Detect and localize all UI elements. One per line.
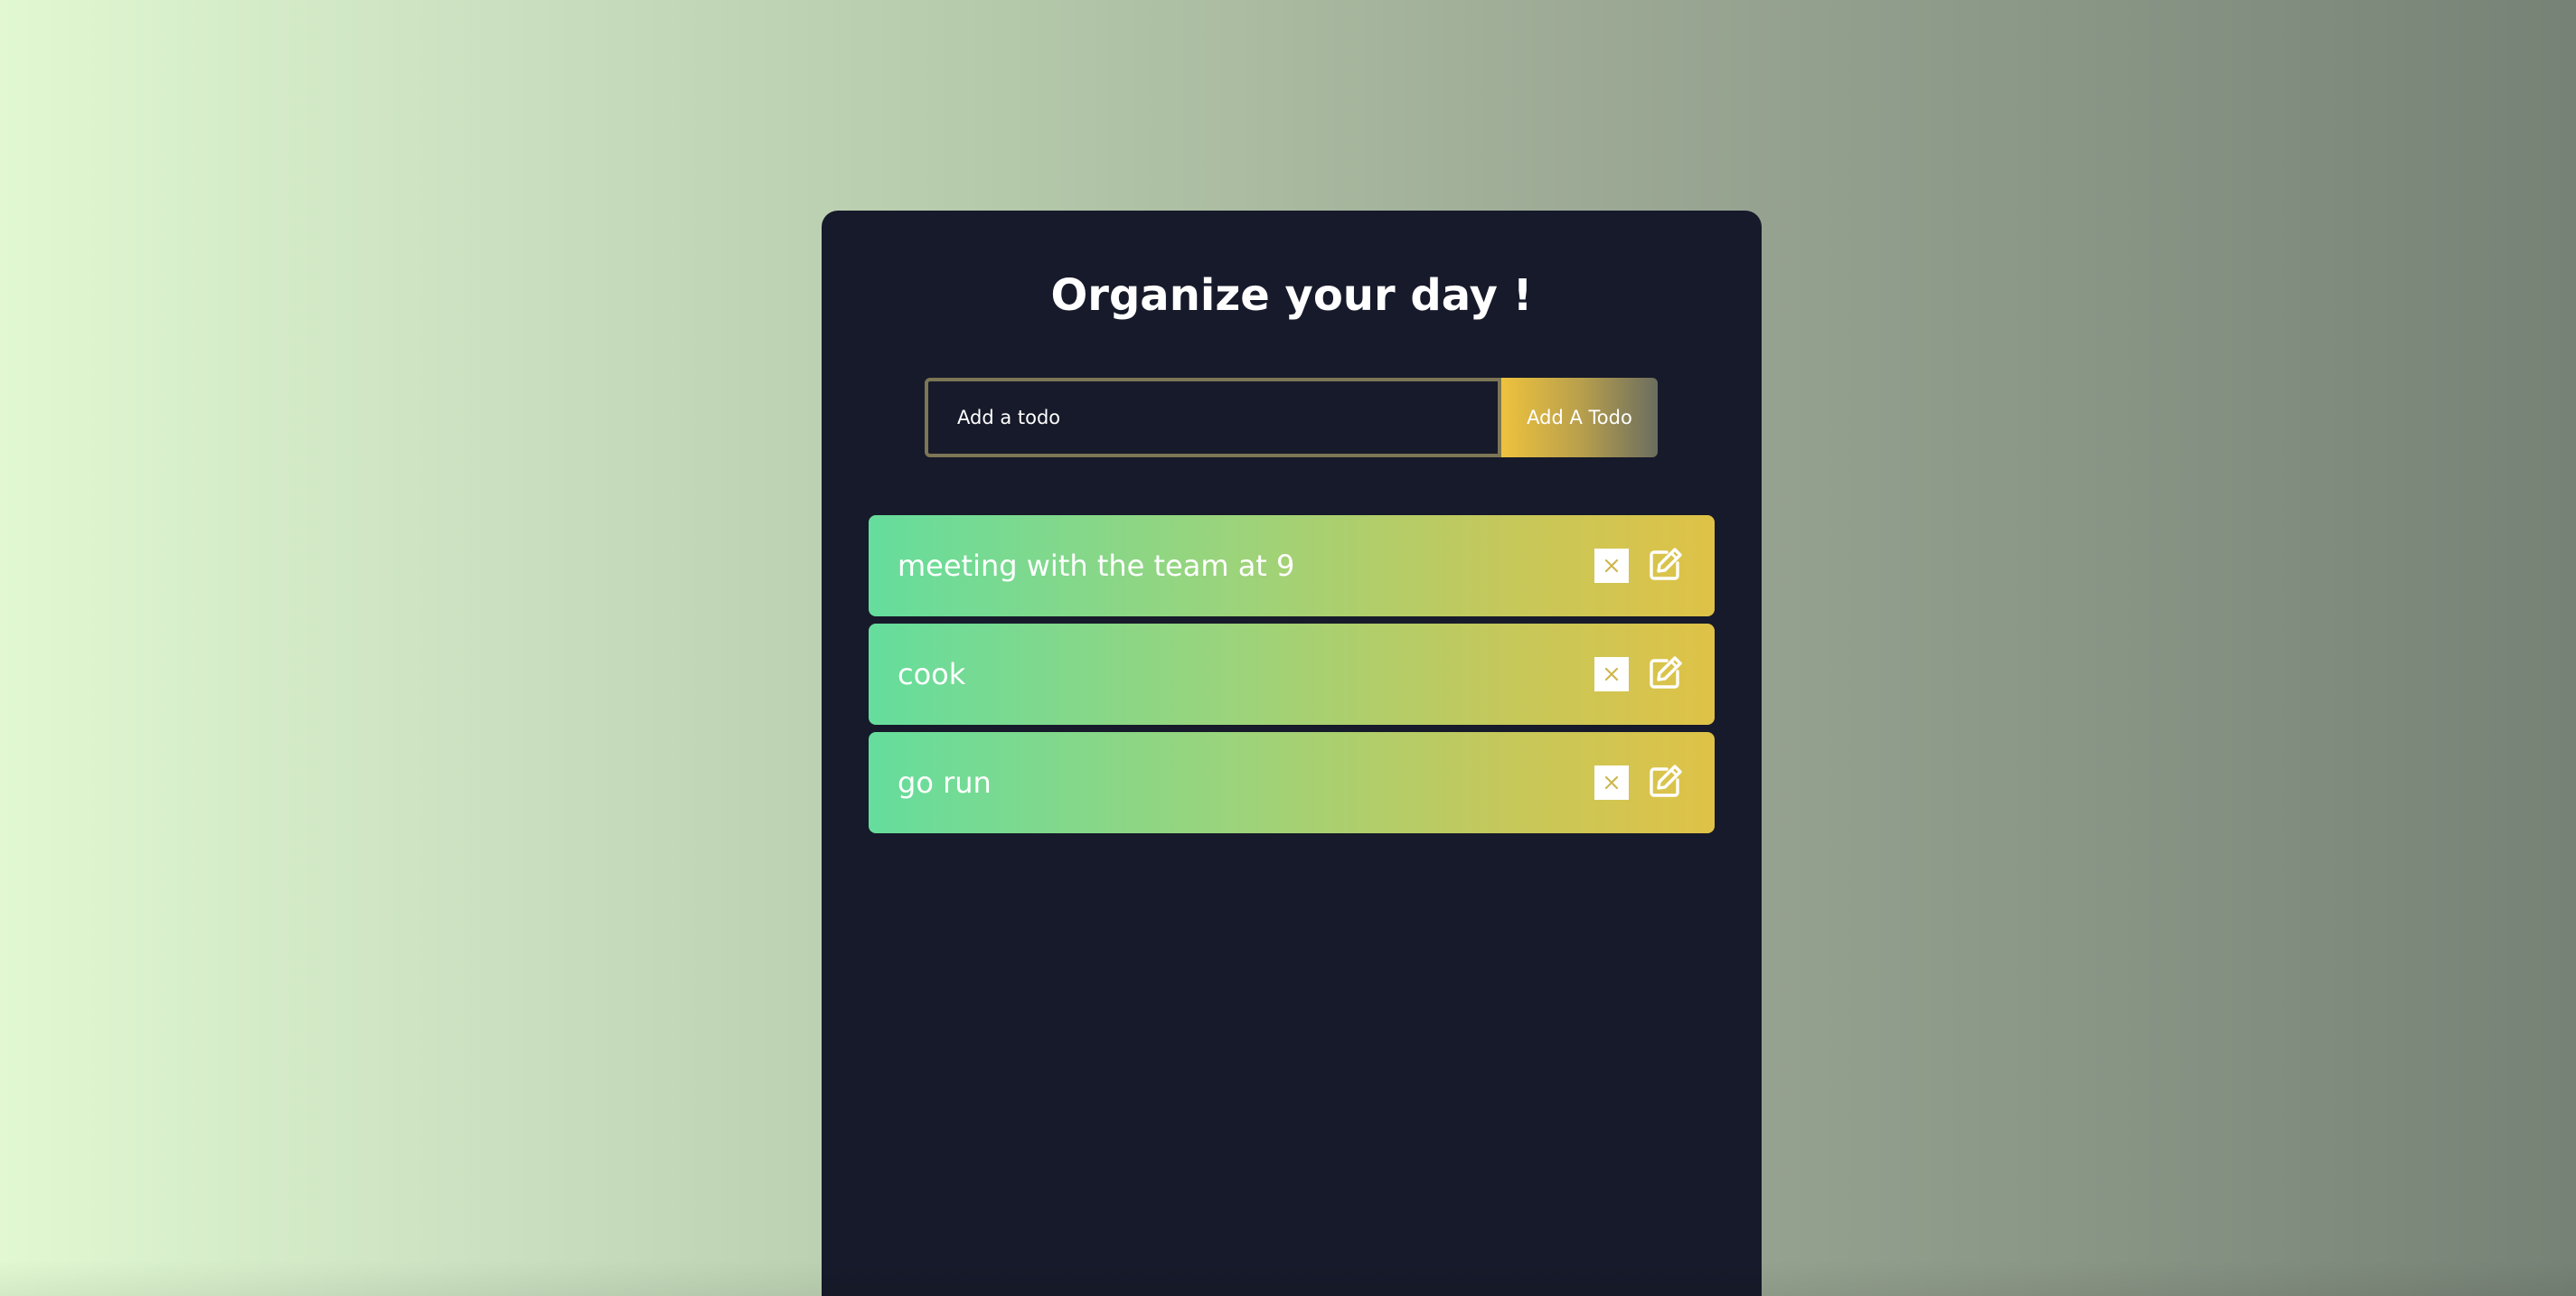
edit-icon (1650, 656, 1682, 689)
delete-todo-button[interactable] (1594, 765, 1629, 800)
page-title: Organize your day ! (1050, 270, 1533, 321)
close-icon (1604, 559, 1619, 573)
todo-text[interactable]: go run (898, 765, 992, 801)
todo-text[interactable]: meeting with the team at 9 (898, 548, 1294, 584)
todo-app-card: Organize your day ! Add A Todo meeting w… (822, 211, 1762, 1296)
edit-icon (1650, 765, 1682, 797)
todo-item: cook (869, 624, 1715, 725)
close-icon (1604, 775, 1619, 790)
todo-list: meeting with the team at 9 cook go run (869, 515, 1715, 841)
edit-todo-button[interactable] (1646, 763, 1684, 801)
edit-todo-button[interactable] (1646, 654, 1684, 692)
page-background: { "app": { "title": "Organize your day !… (0, 0, 2576, 1296)
todo-item: meeting with the team at 9 (869, 515, 1715, 616)
edit-todo-button[interactable] (1646, 546, 1684, 584)
edit-icon (1650, 548, 1682, 580)
close-icon (1604, 667, 1619, 681)
delete-todo-button[interactable] (1594, 657, 1629, 691)
todo-input[interactable] (925, 378, 1501, 457)
todo-text[interactable]: cook (898, 656, 965, 692)
todo-form: Add A Todo (925, 378, 1658, 457)
add-todo-button[interactable]: Add A Todo (1501, 378, 1658, 457)
delete-todo-button[interactable] (1594, 549, 1629, 583)
todo-item: go run (869, 732, 1715, 833)
